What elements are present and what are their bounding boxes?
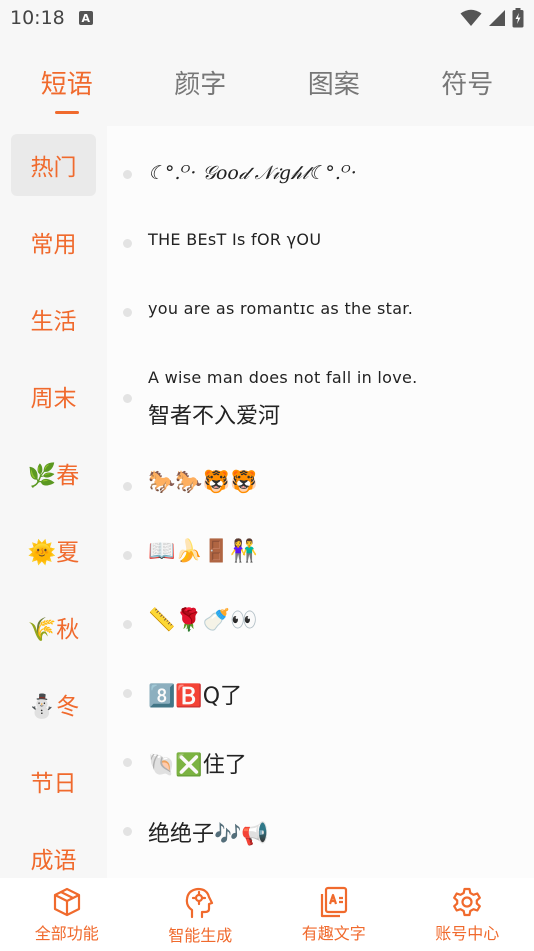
- nav-all-features[interactable]: 全部功能: [0, 878, 134, 951]
- phrase-text: 📖🍌🚪👫: [148, 539, 258, 564]
- phrase-text: 🐎🐎🐯🐯: [148, 470, 258, 495]
- notification-badge-icon: A: [78, 11, 93, 25]
- nav-all-features-label: 全部功能: [34, 924, 99, 943]
- status-bar: 10:18 A: [0, 0, 534, 36]
- category-spring[interactable]: 🌿春: [11, 442, 96, 504]
- bullet-dot: [123, 827, 132, 836]
- category-idiom[interactable]: 成语: [11, 827, 96, 878]
- ai-head-icon: [186, 887, 214, 919]
- nav-fun-text-label: 有趣文字: [301, 924, 366, 943]
- list-item[interactable]: 8️⃣🅱️Q了: [107, 669, 534, 719]
- bottom-nav: 全部功能 智能生成 有趣文字 账号中心: [0, 878, 534, 951]
- category-autumn[interactable]: 🌾秋: [11, 596, 96, 658]
- status-time: 10:18: [10, 7, 65, 29]
- list-item[interactable]: 🐎🐎🐯🐯: [107, 462, 534, 512]
- tab-active-indicator: [54, 111, 79, 114]
- phrase-text: A wise man does not fall in love.: [148, 368, 418, 387]
- phrase-text: THE BEsT Is fOR γOU: [148, 230, 322, 249]
- bullet-dot: [123, 239, 132, 248]
- wifi-icon: [460, 9, 482, 26]
- bullet-dot: [123, 551, 132, 560]
- list-item[interactable]: 🐚❎住了: [107, 738, 534, 788]
- list-item[interactable]: ☾°.ᴼ· 𝒢𝑜𝑜𝒹 𝒩𝒾𝑔𝒽𝓉☾°.ᴼ·: [107, 150, 534, 200]
- list-item[interactable]: 📖🍌🚪👫: [107, 531, 534, 581]
- bullet-dot: [123, 482, 132, 491]
- category-winter[interactable]: ⛄冬: [11, 673, 96, 735]
- nav-account-center-label: 账号中心: [435, 924, 500, 943]
- bullet-dot: [123, 308, 132, 317]
- nav-account-center[interactable]: 账号中心: [401, 878, 534, 951]
- category-hot[interactable]: 热门: [11, 134, 96, 196]
- bullet-dot: [123, 170, 132, 179]
- category-sidebar: 热门 常用 生活 周末 🌿春 🌞夏 🌾秋 ⛄冬 节日 成语: [0, 126, 107, 878]
- top-tabs: 短语 颜字 图案 符号: [0, 50, 534, 120]
- phrase-text: ☾°.ᴼ· 𝒢𝑜𝑜𝒹 𝒩𝒾𝑔𝒽𝓉☾°.ᴼ·: [148, 162, 357, 184]
- phrase-text: 🐚❎住了: [148, 753, 247, 778]
- tab-patterns-label: 图案: [307, 70, 360, 100]
- tab-symbols[interactable]: 符号: [401, 50, 534, 120]
- phrase-text: 绝绝子🎶📢: [148, 822, 269, 847]
- tab-kaomoji[interactable]: 颜字: [134, 50, 268, 120]
- gear-icon: [453, 887, 482, 917]
- tab-symbols-label: 符号: [441, 70, 494, 100]
- status-right: [460, 8, 524, 28]
- nav-fun-text[interactable]: 有趣文字: [267, 878, 401, 951]
- tab-phrases-label: 短语: [40, 70, 93, 100]
- bullet-dot: [123, 689, 132, 698]
- list-item[interactable]: 绝绝子🎶📢: [107, 807, 534, 857]
- status-left: 10:18 A: [10, 7, 93, 29]
- cube-icon: [53, 887, 80, 917]
- category-summer[interactable]: 🌞夏: [11, 519, 96, 581]
- phrase-text: 8️⃣🅱️Q了: [148, 684, 243, 709]
- list-item[interactable]: 📏🌹🍼👀: [107, 600, 534, 650]
- bullet-dot: [123, 620, 132, 629]
- nav-ai-generate[interactable]: 智能生成: [134, 878, 268, 951]
- tab-patterns[interactable]: 图案: [267, 50, 401, 120]
- nav-ai-generate-label: 智能生成: [168, 926, 233, 945]
- phrase-text: you are as romantɪc as the star.: [148, 299, 414, 318]
- bullet-dot: [123, 394, 132, 403]
- list-item[interactable]: A wise man does not fall in love. 智者不入爱河: [107, 358, 534, 438]
- category-common[interactable]: 常用: [11, 211, 96, 273]
- tab-phrases[interactable]: 短语: [0, 50, 134, 120]
- category-festival[interactable]: 节日: [11, 750, 96, 812]
- bullet-dot: [123, 758, 132, 767]
- signal-icon: [489, 10, 505, 26]
- phrase-list: ☾°.ᴼ· 𝒢𝑜𝑜𝒹 𝒩𝒾𝑔𝒽𝓉☾°.ᴼ· THE BEsT Is fOR γO…: [107, 126, 534, 878]
- list-item[interactable]: you are as romantɪc as the star.: [107, 289, 534, 339]
- battery-icon: [512, 8, 524, 28]
- category-weekend[interactable]: 周末: [11, 365, 96, 427]
- phrase-text-translation: 智者不入爱河: [148, 404, 281, 429]
- category-life[interactable]: 生活: [11, 288, 96, 350]
- text-doc-icon: [320, 886, 347, 918]
- tab-kaomoji-label: 颜字: [174, 70, 227, 100]
- phrase-text: 📏🌹🍼👀: [148, 608, 258, 633]
- list-item[interactable]: THE BEsT Is fOR γOU: [107, 220, 534, 270]
